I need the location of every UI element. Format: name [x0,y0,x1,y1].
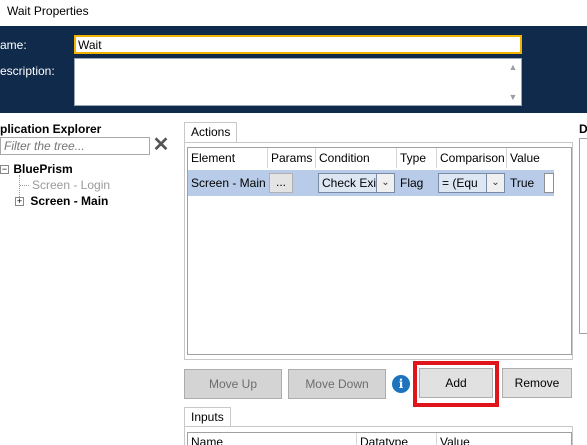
condition-value: Check Exi [322,176,377,190]
chevron-down-icon[interactable]: ⌄ [486,174,504,192]
actions-frame: Element Params Condition Type Comparison… [184,142,573,360]
tab-inputs-label: Inputs [191,410,224,424]
remove-button[interactable]: Remove [502,368,572,398]
move-down-button[interactable]: Move Down [288,369,386,399]
name-label: ame: [0,38,27,52]
cell-element[interactable]: Screen - Main [191,170,267,196]
tab-actions-label: Actions [191,125,231,139]
description-scrollbar[interactable]: ▲ ▼ [505,59,521,105]
column-divider [506,148,507,168]
value-editor-button[interactable] [544,173,554,193]
tree-item-label: Screen - Login [32,178,111,192]
tab-actions[interactable]: Actions [184,122,238,143]
column-divider [315,148,316,168]
application-explorer-title: plication Explorer [0,122,102,136]
column-header-params: Params [271,151,313,165]
tree-root-label: BluePrism [13,162,73,176]
tree-item-screen-login[interactable]: Screen - Login [32,177,110,193]
cell-value[interactable]: True [510,170,540,196]
inputs-grid-header: Name Datatype Value [187,432,572,445]
column-divider [436,433,437,445]
move-up-button[interactable]: Move Up [184,369,282,399]
column-header-value: Value [440,435,470,445]
cell-type: Flag [400,176,424,190]
tree-item-screen-main[interactable]: + Screen - Main [15,193,108,209]
right-panel-box [579,138,587,334]
tree-item-root[interactable]: − BluePrism [0,161,73,177]
properties-header: ame: escription: ▲ ▼ [0,26,587,113]
column-divider [436,148,437,168]
description-text[interactable] [78,61,501,103]
table-row[interactable]: Screen - Main ... Check Exi ⌄ Flag = (Eq… [188,170,554,196]
column-header-name: Name [191,435,224,445]
filter-tree-input[interactable] [0,137,150,155]
info-icon[interactable]: i [392,375,410,393]
column-header-type: Type [400,151,427,165]
title-bar: Wait Properties [0,0,587,26]
params-button[interactable]: ... [269,173,293,193]
tab-inputs[interactable]: Inputs [184,407,231,427]
comparison-dropdown[interactable]: = (Equ ⌄ [438,173,505,193]
actions-grid: Element Params Condition Type Comparison… [187,147,572,355]
application-explorer: plication Explorer ✕ − BluePrism Screen … [0,121,174,445]
column-divider [267,148,268,168]
add-button[interactable]: Add [419,368,493,398]
chevron-down-icon[interactable]: ⌄ [376,174,394,192]
clear-filter-icon[interactable]: ✕ [152,135,170,155]
scroll-down-icon[interactable]: ▼ [507,91,519,103]
window-title: Wait Properties [7,4,89,18]
collapse-icon[interactable]: − [0,165,9,175]
column-header-value: Value [510,151,540,165]
right-panel-label: D [579,122,587,136]
column-header-comparison: Comparison [440,151,505,165]
column-divider [396,148,397,168]
scroll-up-icon[interactable]: ▲ [507,61,519,73]
expand-icon[interactable]: + [15,197,24,207]
description-field[interactable]: ▲ ▼ [74,58,522,106]
column-header-element: Element [191,151,236,165]
name-input[interactable] [74,35,522,54]
column-header-condition: Condition [319,151,370,165]
right-panel: D [577,121,587,445]
actions-panel: Actions Element Params Condition Type Co… [181,121,575,445]
tree-connector [20,185,29,186]
comparison-value: = (Equ [442,176,478,190]
condition-dropdown[interactable]: Check Exi ⌄ [318,173,395,193]
description-label: escription: [0,64,55,78]
column-divider [356,433,357,445]
separator [0,113,587,121]
inputs-frame: Name Datatype Value [184,426,573,445]
tree-item-label: Screen - Main [30,194,109,208]
column-header-datatype: Datatype [360,435,409,445]
